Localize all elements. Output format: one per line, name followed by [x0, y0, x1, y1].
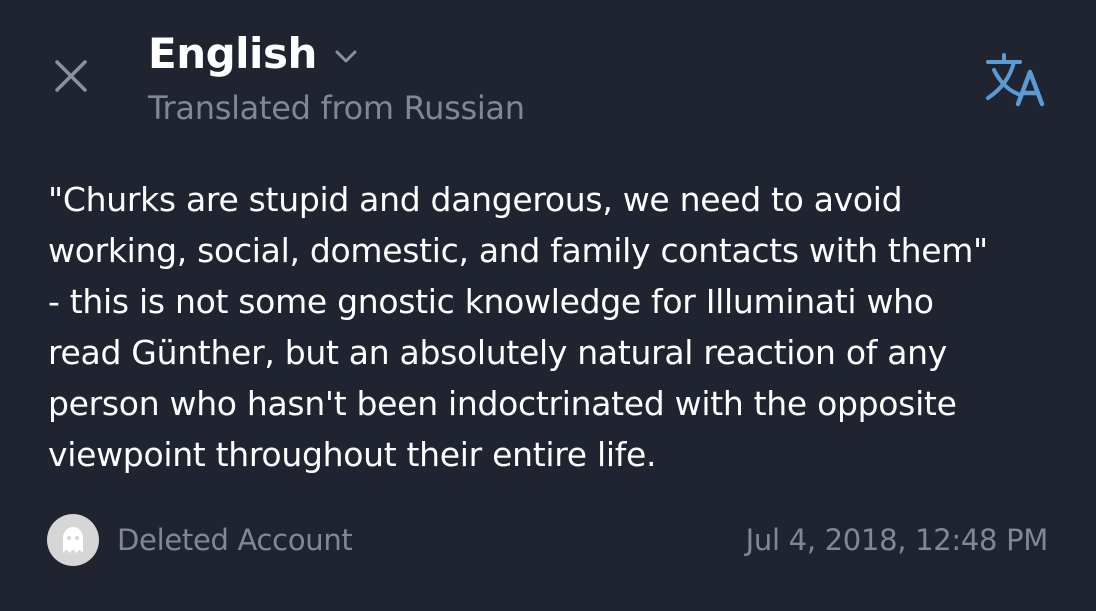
message-line: person who hasn't been indoctrinated wit… [48, 384, 957, 423]
message-line: viewpoint throughout their entire life. [48, 435, 657, 474]
chevron-down-icon [335, 50, 357, 63]
translate-icon [986, 53, 1045, 107]
language-selector[interactable]: English [148, 28, 361, 80]
author-name: Deleted Account [117, 523, 353, 557]
message-author[interactable]: Deleted Account [47, 514, 353, 566]
close-button[interactable] [50, 55, 92, 97]
target-language-label: English [148, 29, 317, 78]
close-icon [55, 60, 87, 92]
message-line: "Churks are stupid and dangerous, we nee… [48, 180, 903, 219]
translated-message-text: "Churks are stupid and dangerous, we nee… [48, 174, 1058, 480]
translate-button[interactable] [984, 52, 1048, 108]
ghost-icon [63, 527, 83, 553]
translation-sheet: English Translated from Russian "Churks … [0, 0, 1096, 611]
source-language-subtitle: Translated from Russian [148, 89, 525, 127]
message-line: working, social, domestic, and family co… [48, 231, 988, 270]
avatar [47, 514, 99, 566]
message-line: read Günther, but an absolutely natural … [48, 333, 948, 372]
message-timestamp: Jul 4, 2018, 12:48 PM [745, 523, 1049, 557]
message-line: - this is not some gnostic knowledge for… [48, 282, 934, 321]
